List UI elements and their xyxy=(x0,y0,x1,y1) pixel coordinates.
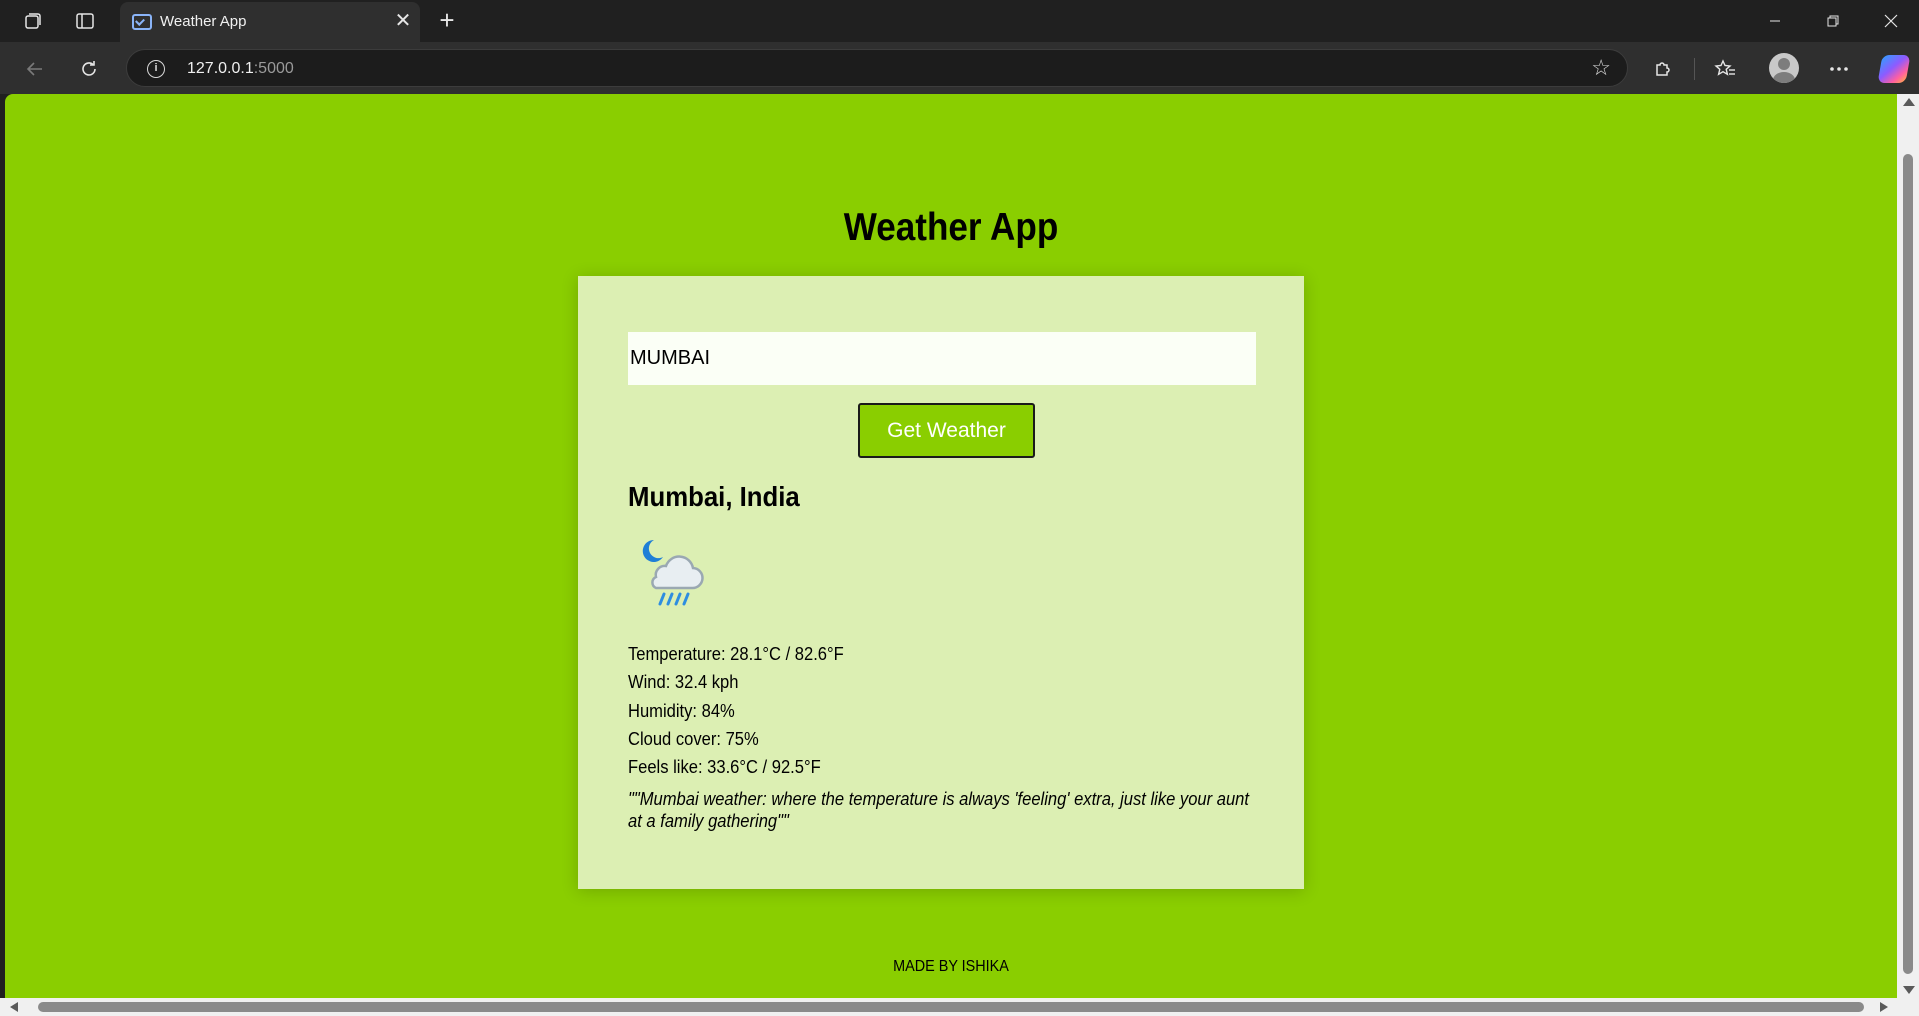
scroll-down-arrow-icon[interactable] xyxy=(1903,986,1915,994)
city-search-input[interactable] xyxy=(628,332,1256,385)
page-title: Weather App xyxy=(843,206,1059,249)
humidity-text: Humidity: 84% xyxy=(628,700,735,721)
horizontal-scroll-thumb[interactable] xyxy=(38,1002,1864,1012)
get-weather-button[interactable]: Get Weather xyxy=(858,403,1035,458)
workspaces-icon[interactable] xyxy=(16,6,50,36)
info-icon[interactable]: i xyxy=(147,60,165,78)
star-icon[interactable]: ☆ xyxy=(1591,56,1611,80)
refresh-icon[interactable] xyxy=(72,52,106,86)
tab-actions-icon[interactable] xyxy=(68,6,102,36)
vertical-scrollbar[interactable] xyxy=(1897,94,1919,998)
browser-tab-active[interactable]: Weather App ✕ xyxy=(120,2,420,42)
horizontal-scrollbar[interactable] xyxy=(0,998,1919,1016)
favorites-icon[interactable] xyxy=(1708,52,1742,86)
back-arrow-icon[interactable] xyxy=(18,52,52,86)
weather-quote: ""Mumbai weather: where the temperature … xyxy=(628,789,1249,831)
scroll-right-arrow-icon[interactable] xyxy=(1880,1002,1888,1012)
new-tab-plus-icon[interactable]: + xyxy=(432,6,462,36)
browser-toolbar: i 127.0.0.1:5000 ☆ xyxy=(0,42,1919,94)
wind-text: Wind: 32.4 kph xyxy=(628,672,739,693)
vertical-scroll-thumb[interactable] xyxy=(1903,154,1913,974)
location-heading: Mumbai, India xyxy=(628,481,800,512)
url-text[interactable]: 127.0.0.1:5000 xyxy=(187,60,294,78)
url-port: :5000 xyxy=(253,60,294,77)
toolbar-divider xyxy=(1694,58,1695,80)
restore-icon[interactable] xyxy=(1804,0,1862,42)
copilot-icon[interactable] xyxy=(1877,55,1911,83)
scroll-up-arrow-icon[interactable] xyxy=(1903,98,1915,106)
page-viewport: Weather App Get Weather Mumbai, India xyxy=(5,94,1897,998)
more-icon[interactable] xyxy=(1822,52,1856,86)
close-window-icon[interactable] xyxy=(1862,0,1919,42)
browser-titlebar: Weather App ✕ + xyxy=(0,0,1919,42)
weather-card: Get Weather Mumbai, India Temperature: 2… xyxy=(578,276,1304,889)
temperature-text: Temperature: 28.1°C / 82.6°F xyxy=(628,644,844,664)
cloud-cover-text: Cloud cover: 75% xyxy=(628,728,759,749)
url-host: 127.0.0.1 xyxy=(187,60,254,77)
feels-like-text: Feels like: 33.6°C / 92.5°F xyxy=(628,757,821,778)
page-favicon-icon xyxy=(132,14,152,30)
weather-stats: Temperature: 28.1°C / 82.6°F Wind: 32.4 … xyxy=(628,640,863,781)
footer-credit: MADE BY ISHIKA xyxy=(893,958,1009,975)
minimize-icon[interactable] xyxy=(1746,0,1804,42)
scroll-left-arrow-icon[interactable] xyxy=(10,1002,18,1012)
night-rain-cloud-icon xyxy=(636,536,706,611)
puzzle-icon[interactable] xyxy=(1646,52,1680,86)
avatar-icon[interactable] xyxy=(1769,53,1799,83)
tab-title: Weather App xyxy=(160,13,247,30)
close-tab-icon[interactable]: ✕ xyxy=(390,8,416,34)
address-bar[interactable]: i 127.0.0.1:5000 ☆ xyxy=(126,49,1628,87)
